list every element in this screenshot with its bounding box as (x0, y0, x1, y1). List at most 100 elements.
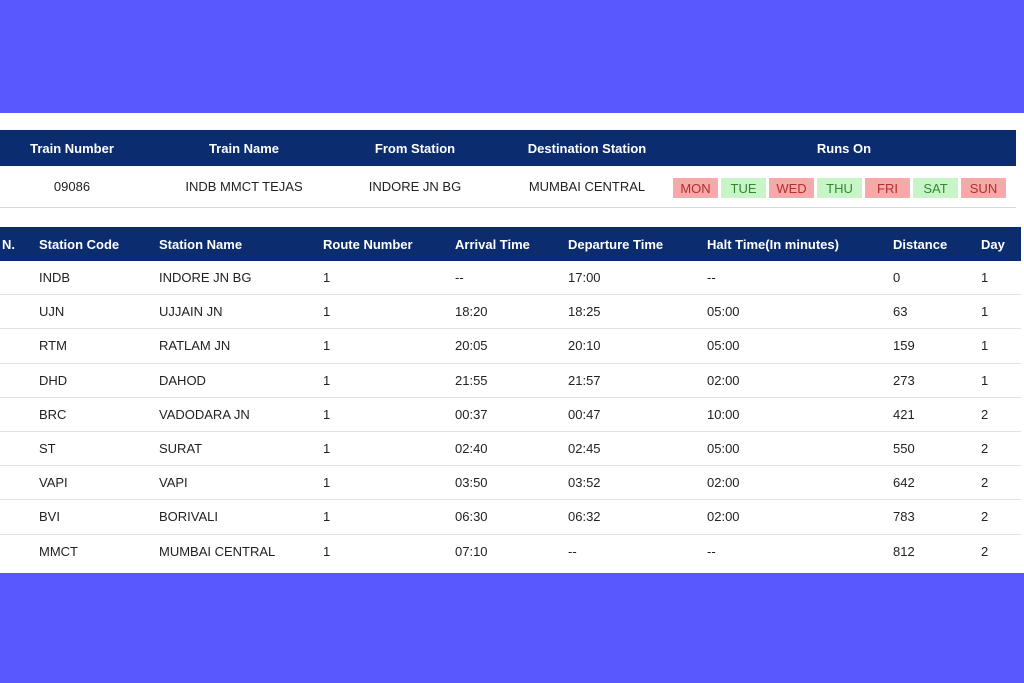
destination-station-value: MUMBAI CENTRAL (528, 179, 646, 194)
cell-halt: -- (707, 270, 716, 286)
cell-route: 1 (323, 270, 331, 286)
header-serial-number: N. (2, 236, 15, 252)
cell-code: VAPI (39, 475, 68, 491)
header-station-name: Station Name (159, 236, 243, 252)
cell-arrival: 07:10 (455, 544, 488, 560)
day-badge-sat: SAT (913, 178, 958, 198)
cell-code: DHD (39, 372, 68, 388)
cell-route: 1 (323, 304, 331, 320)
cell-route: 1 (323, 372, 331, 388)
cell-route: 1 (323, 338, 331, 354)
cell-distance: 550 (893, 441, 915, 457)
train-number-value: 09086 (53, 179, 91, 194)
cell-arrival: 00:37 (455, 406, 488, 422)
cell-station: UJJAIN JN (159, 304, 223, 320)
cell-station: INDORE JN BG (159, 270, 252, 286)
cell-day: 1 (981, 338, 989, 354)
table-row: ST SURAT 1 02:40 02:45 05:00 550 2 (0, 432, 1021, 467)
cell-distance: 0 (893, 270, 901, 286)
cell-halt: -- (707, 544, 716, 560)
cell-departure: 21:57 (568, 372, 601, 388)
header-departure-time: Departure Time (568, 236, 664, 252)
cell-halt: 05:00 (707, 338, 740, 354)
cell-departure: 03:52 (568, 475, 601, 491)
day-badge-tue: TUE (721, 178, 766, 198)
cell-route: 1 (323, 475, 331, 491)
cell-code: ST (39, 441, 56, 457)
cell-station: MUMBAI CENTRAL (159, 544, 276, 560)
cell-day: 2 (981, 406, 989, 422)
cell-distance: 273 (893, 372, 915, 388)
cell-station: DAHOD (159, 372, 206, 388)
cell-distance: 642 (893, 475, 915, 491)
cell-distance: 812 (893, 544, 915, 560)
cell-station: VADODARA JN (159, 406, 250, 422)
header-from-station: From Station (374, 140, 456, 156)
cell-route: 1 (323, 544, 331, 560)
table-row: INDB INDORE JN BG 1 -- 17:00 -- 0 1 (0, 261, 1021, 296)
header-train-number: Train Number (30, 140, 114, 156)
cell-distance: 421 (893, 406, 915, 422)
cell-code: INDB (39, 270, 71, 286)
day-badge-fri: FRI (865, 178, 910, 198)
train-info-row: 09086 INDB MMCT TEJAS INDORE JN BG MUMBA… (0, 166, 1016, 208)
cell-halt: 05:00 (707, 304, 740, 320)
cell-code: UJN (39, 304, 65, 320)
cell-route: 1 (323, 441, 331, 457)
table-row: MMCT MUMBAI CENTRAL 1 07:10 -- -- 812 2 (0, 535, 1021, 569)
cell-halt: 02:00 (707, 372, 740, 388)
cell-departure: -- (568, 544, 577, 560)
header-arrival-time: Arrival Time (455, 236, 530, 252)
header-destination-station: Destination Station (527, 140, 647, 156)
cell-route: 1 (323, 509, 331, 525)
header-day: Day (981, 236, 1005, 252)
cell-halt: 02:00 (707, 509, 740, 525)
cell-arrival: 20:05 (455, 338, 488, 354)
runs-on-days: MON TUE WED THU FRI SAT SUN (673, 178, 1006, 198)
header-station-code: Station Code (39, 236, 120, 252)
cell-distance: 159 (893, 338, 915, 354)
table-row: BRC VADODARA JN 1 00:37 00:47 10:00 421 2 (0, 398, 1021, 432)
cell-arrival: 02:40 (455, 441, 488, 457)
day-badge-mon: MON (673, 178, 718, 198)
cell-day: 2 (981, 544, 989, 560)
header-runs-on: Runs On (816, 140, 872, 156)
cell-halt: 10:00 (707, 406, 740, 422)
cell-departure: 06:32 (568, 509, 601, 525)
train-info-header: Train Number Train Name From Station Des… (0, 130, 1016, 166)
cell-day: 1 (981, 270, 989, 286)
cell-station: SURAT (159, 441, 203, 457)
cell-day: 2 (981, 475, 989, 491)
cell-code: BRC (39, 406, 67, 422)
cell-day: 1 (981, 372, 989, 388)
cell-arrival: 06:30 (455, 509, 488, 525)
cell-departure: 18:25 (568, 304, 601, 320)
route-table-body: INDB INDORE JN BG 1 -- 17:00 -- 0 1 UJN UJJAIN JN… (0, 261, 1021, 569)
cell-day: 2 (981, 441, 989, 457)
cell-departure: 17:00 (568, 270, 601, 286)
cell-halt: 05:00 (707, 441, 740, 457)
cell-code: BVI (39, 509, 60, 525)
header-route-number: Route Number (323, 236, 413, 252)
cell-arrival: -- (455, 270, 464, 286)
cell-distance: 783 (893, 509, 915, 525)
cell-arrival: 03:50 (455, 475, 488, 491)
day-badge-wed: WED (769, 178, 814, 198)
cell-code: MMCT (39, 544, 78, 560)
day-badge-thu: THU (817, 178, 862, 198)
route-table-header: N. Station Code Station Name Route Numbe… (0, 227, 1021, 261)
cell-station: VAPI (159, 475, 188, 491)
table-row: VAPI VAPI 1 03:50 03:52 02:00 642 2 (0, 466, 1021, 501)
cell-day: 2 (981, 509, 989, 525)
train-name-value: INDB MMCT TEJAS (185, 179, 303, 194)
header-halt-time: Halt Time(In minutes) (707, 236, 839, 252)
table-row: BVI BORIVALI 1 06:30 06:32 02:00 783 2 (0, 500, 1021, 535)
cell-departure: 00:47 (568, 406, 601, 422)
cell-arrival: 21:55 (455, 372, 488, 388)
cell-arrival: 18:20 (455, 304, 488, 320)
cell-halt: 02:00 (707, 475, 740, 491)
header-distance: Distance (893, 236, 948, 252)
day-badge-sun: SUN (961, 178, 1006, 198)
cell-distance: 63 (893, 304, 908, 320)
cell-station: BORIVALI (159, 509, 219, 525)
